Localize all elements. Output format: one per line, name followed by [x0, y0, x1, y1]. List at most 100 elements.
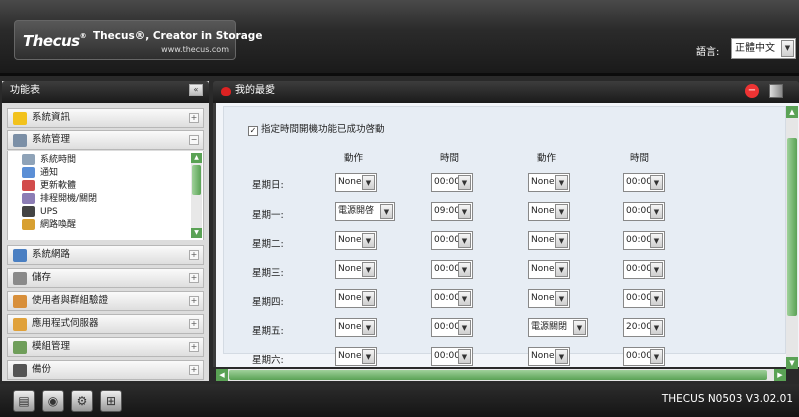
sidebar-item-storage[interactable]: 儲存 +	[7, 268, 204, 288]
scroll-up-icon[interactable]: ▲	[191, 153, 202, 163]
scroll-down-icon[interactable]: ▼	[191, 228, 202, 238]
app-server-icon	[13, 318, 27, 331]
chevron-down-icon: ▼	[458, 291, 471, 306]
logout-icon[interactable]	[769, 84, 783, 98]
brand-url: www.thecus.com	[161, 45, 229, 54]
sidebar-item-module-management[interactable]: 模組管理 +	[7, 337, 204, 357]
remove-favorite-icon[interactable]: −	[745, 84, 759, 98]
submenu-item-schedule-power[interactable]: 排程開機/關閉	[22, 193, 97, 205]
content-vertical-scrollbar[interactable]: ▲ ▼	[786, 106, 798, 369]
saturday-time-1-select[interactable]: 00:00 ▼	[431, 347, 473, 366]
saturday-time-2-select[interactable]: 00:00 ▼	[623, 347, 665, 366]
submenu-scrollbar[interactable]: ▲ ▼	[191, 153, 202, 238]
column-header-action-2: 動作	[537, 153, 557, 164]
monday-action-1-select[interactable]: 電源開啓 ▼	[335, 202, 395, 221]
chevron-down-icon: ▼	[362, 175, 375, 190]
content-area: ✓ 指定時間開機功能已成功啓動 動作 時間 動作 時間 星期日: None ▼ 00…	[213, 103, 799, 367]
expand-icon[interactable]: +	[189, 273, 199, 283]
backup-icon	[13, 364, 27, 377]
submenu-item-wake-on-lan[interactable]: 網路喚醒	[22, 219, 76, 231]
chevron-down-icon: ▼	[650, 233, 663, 248]
monday-time-2-select[interactable]: 00:00 ▼	[623, 202, 665, 221]
sidebar-item-system-management[interactable]: 系統管理 −	[7, 130, 204, 150]
expand-icon[interactable]: +	[189, 365, 199, 375]
chevron-down-icon: ▼	[650, 291, 663, 306]
scroll-right-icon[interactable]: ▶	[774, 369, 786, 381]
saturday-action-1-select[interactable]: None ▼	[335, 347, 377, 366]
vertical-scroll-thumb[interactable]	[787, 138, 797, 316]
tuesday-time-2-select[interactable]: 00:00 ▼	[623, 231, 665, 250]
chevron-down-icon: ▼	[555, 262, 568, 277]
expand-icon[interactable]: +	[189, 296, 199, 306]
sunday-time-1-select[interactable]: 00:00 ▼	[431, 173, 473, 192]
chevron-down-icon: ▼	[573, 320, 586, 335]
friday-action-2-select[interactable]: 電源關閉 ▼	[528, 318, 588, 337]
sidebar-item-system-network[interactable]: 系統網路 +	[7, 245, 204, 265]
wednesday-time-1-select[interactable]: 00:00 ▼	[431, 260, 473, 279]
saturday-action-2-select[interactable]: None ▼	[528, 347, 570, 366]
chevron-down-icon: ▼	[555, 349, 568, 364]
friday-time-1-select[interactable]: 00:00 ▼	[431, 318, 473, 337]
chevron-down-icon: ▼	[650, 349, 663, 364]
tuesday-action-1-select[interactable]: None ▼	[335, 231, 377, 250]
schedule-enable-checkbox[interactable]: ✓	[248, 126, 258, 136]
wednesday-action-1-select[interactable]: None ▼	[335, 260, 377, 279]
thursday-time-1-select[interactable]: 00:00 ▼	[431, 289, 473, 308]
sidebar-item-app-server[interactable]: 應用程式伺服器 +	[7, 314, 204, 334]
wednesday-action-2-select[interactable]: None ▼	[528, 260, 570, 279]
heart-icon	[221, 87, 231, 96]
double-chevron-left-icon[interactable]: «	[189, 84, 203, 96]
firmware-version: THECUS N0503 V3.02.01	[661, 393, 793, 405]
thursday-action-2-select[interactable]: None ▼	[528, 289, 570, 308]
tuesday-action-2-select[interactable]: None ▼	[528, 231, 570, 250]
brand-banner: Thecus® Thecus®, Creator in Storage www.…	[14, 20, 262, 60]
monday-time-1-select[interactable]: 09:00 ▼	[431, 202, 473, 221]
collapse-icon[interactable]: −	[189, 135, 199, 145]
scroll-left-icon[interactable]: ◀	[216, 369, 228, 381]
sidebar-item-users-groups[interactable]: 使用者與群組驗證 +	[7, 291, 204, 311]
scroll-up-icon[interactable]: ▲	[786, 106, 798, 118]
horizontal-scroll-thumb[interactable]	[229, 370, 767, 380]
friday-action-1-select[interactable]: None ▼	[335, 318, 377, 337]
sunday-action-2-select[interactable]: None ▼	[528, 173, 570, 192]
chevron-down-icon: ▼	[650, 204, 663, 219]
column-header-action-1: 動作	[344, 153, 364, 164]
column-header-time-2: 時間	[630, 153, 650, 164]
users-icon	[13, 295, 27, 308]
schedule-enable-row: ✓ 指定時間開機功能已成功啓動	[248, 121, 385, 136]
schedule-icon	[22, 193, 35, 204]
expand-icon[interactable]: +	[189, 113, 199, 123]
expand-icon[interactable]: +	[189, 250, 199, 260]
language-select[interactable]: 正體中文 ▼	[731, 38, 796, 59]
submenu-item-firmware-update[interactable]: 更新軟體	[22, 180, 76, 192]
expand-icon[interactable]: +	[189, 342, 199, 352]
chevron-down-icon: ▼	[555, 175, 568, 190]
status-icon[interactable]: ▤	[13, 390, 35, 412]
sunday-action-1-select[interactable]: None ▼	[335, 173, 377, 192]
wednesday-time-2-select[interactable]: 00:00 ▼	[623, 260, 665, 279]
friday-time-2-select[interactable]: 20:00 ▼	[623, 318, 665, 337]
settings-icon[interactable]: ⚙	[71, 390, 93, 412]
monday-action-2-select[interactable]: None ▼	[528, 202, 570, 221]
main-title-bar: 我的最愛	[213, 81, 799, 103]
tuesday-time-1-select[interactable]: 00:00 ▼	[431, 231, 473, 250]
content-horizontal-scrollbar[interactable]: ◀ ▶	[216, 369, 786, 381]
submenu-item-notification[interactable]: 通知	[22, 167, 58, 179]
disk-icon[interactable]: ◉	[42, 390, 64, 412]
expand-icon[interactable]: +	[189, 319, 199, 329]
thursday-action-1-select[interactable]: None ▼	[335, 289, 377, 308]
submenu-item-ups[interactable]: UPS	[22, 206, 58, 218]
chevron-down-icon: ▼	[458, 233, 471, 248]
sunday-time-2-select[interactable]: 00:00 ▼	[623, 173, 665, 192]
day-label-wednesday: 星期三:	[252, 268, 284, 279]
network-map-icon[interactable]: ⊞	[100, 390, 122, 412]
scroll-down-icon[interactable]: ▼	[786, 357, 798, 369]
sidebar-item-system-info[interactable]: 系統資訊 +	[7, 108, 204, 128]
wol-icon	[22, 219, 35, 230]
submenu-item-system-time[interactable]: 系統時間	[22, 154, 76, 166]
submenu-scroll-thumb[interactable]	[192, 165, 201, 195]
sidebar-item-backup[interactable]: 備份 +	[7, 360, 204, 380]
thursday-time-2-select[interactable]: 00:00 ▼	[623, 289, 665, 308]
schedule-enable-label: 指定時間開機功能已成功啓動	[261, 124, 385, 135]
notify-icon	[22, 167, 35, 178]
